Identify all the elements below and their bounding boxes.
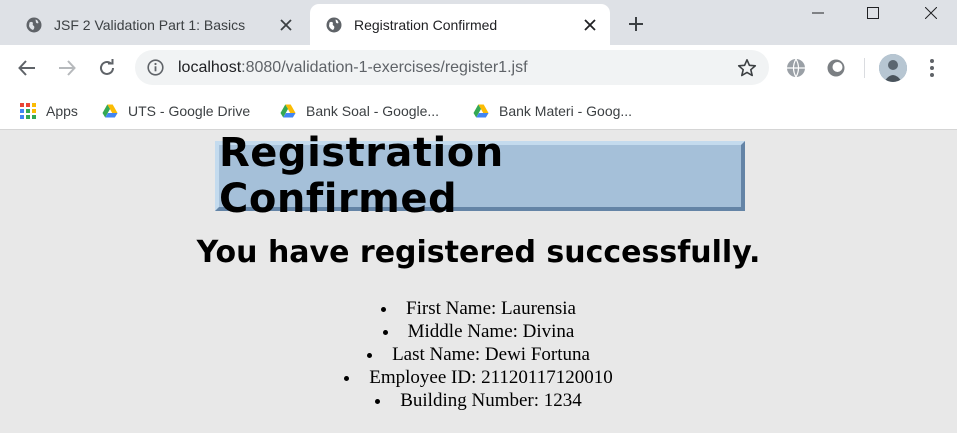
menu-dot [930, 66, 934, 70]
google-drive-icon [473, 104, 489, 118]
forward-button[interactable] [52, 53, 82, 83]
extension-circle-icon[interactable] [825, 57, 847, 79]
new-tab-button[interactable] [622, 10, 650, 38]
browser-menu-button[interactable] [922, 55, 942, 81]
tab-strip: JSF 2 Validation Part 1: Basics Registra… [0, 0, 957, 45]
list-item-employee-id: Employee ID: 21120117120010 [0, 366, 957, 389]
bookmark-bank-materi[interactable]: Bank Materi - Goog... [473, 97, 632, 125]
menu-dot [930, 73, 934, 77]
bookmark-label: Apps [46, 103, 78, 119]
list-item-middle-name: Middle Name: Divina [0, 320, 957, 343]
globe-icon [26, 17, 42, 32]
close-tab-icon[interactable] [276, 15, 296, 35]
google-drive-icon [102, 104, 118, 118]
globe-icon [326, 17, 342, 32]
close-icon [925, 7, 937, 19]
reload-icon [100, 59, 114, 75]
url-host: localhost [178, 59, 242, 76]
bookmark-bank-soal[interactable]: Bank Soal - Google... [280, 97, 439, 125]
avatar-icon [879, 54, 907, 82]
apps-grid-icon [20, 103, 36, 119]
arrow-right-icon [59, 60, 76, 76]
bookmarks-bar: Apps UTS - Google Drive Bank Soal - Goog… [0, 91, 957, 130]
bookmark-label: Bank Soal - Google... [306, 103, 440, 119]
back-button[interactable] [12, 53, 42, 83]
bookmark-label: Bank Materi - Goog... [499, 103, 633, 119]
maximize-icon [867, 7, 879, 19]
url-path: :8080/validation-1-exercises/register1.j… [241, 59, 528, 76]
tab-registration-confirmed[interactable]: Registration Confirmed [310, 4, 610, 45]
tab-jsf-validation[interactable]: JSF 2 Validation Part 1: Basics [10, 4, 306, 45]
arrow-left-icon [18, 60, 35, 76]
tab-title: Registration Confirmed [354, 16, 498, 33]
minimize-button[interactable] [795, 0, 841, 26]
success-message: You have registered successfully. [196, 235, 761, 270]
list-item-building-number: Building Number: 1234 [0, 389, 957, 412]
maximize-button[interactable] [850, 0, 896, 26]
menu-dot [930, 59, 934, 63]
bookmark-apps[interactable]: Apps [20, 97, 78, 125]
minimize-icon [812, 12, 824, 14]
bookmark-uts-google-drive[interactable]: UTS - Google Drive [102, 97, 250, 125]
plus-icon [629, 17, 643, 31]
address-bar[interactable]: localhost:8080/validation-1-exercises/re… [135, 50, 769, 85]
page-title: Registration Confirmed [219, 130, 504, 222]
page-content: Registration Confirmed You have register… [0, 130, 957, 433]
bookmark-star-icon[interactable] [737, 58, 757, 78]
tab-title: JSF 2 Validation Part 1: Basics [54, 16, 246, 33]
registration-details-list: First Name: Laurensia Middle Name: Divin… [0, 297, 957, 412]
page-title-box: Registration Confirmed [215, 130, 745, 222]
list-item-last-name: Last Name: Dewi Fortuna [0, 343, 957, 366]
url-text[interactable]: localhost:8080/validation-1-exercises/re… [178, 58, 528, 78]
list-item-first-name: First Name: Laurensia [0, 297, 957, 320]
toolbar-divider [864, 58, 865, 78]
bookmark-label: UTS - Google Drive [128, 103, 251, 119]
close-window-button[interactable] [908, 0, 954, 26]
reload-button[interactable] [92, 53, 122, 83]
extension-globe-icon[interactable] [785, 57, 807, 79]
browser-toolbar: localhost:8080/validation-1-exercises/re… [0, 45, 957, 91]
info-icon[interactable] [147, 59, 164, 76]
profile-avatar[interactable] [879, 54, 907, 82]
close-tab-icon[interactable] [580, 15, 600, 35]
google-drive-icon [280, 104, 296, 118]
